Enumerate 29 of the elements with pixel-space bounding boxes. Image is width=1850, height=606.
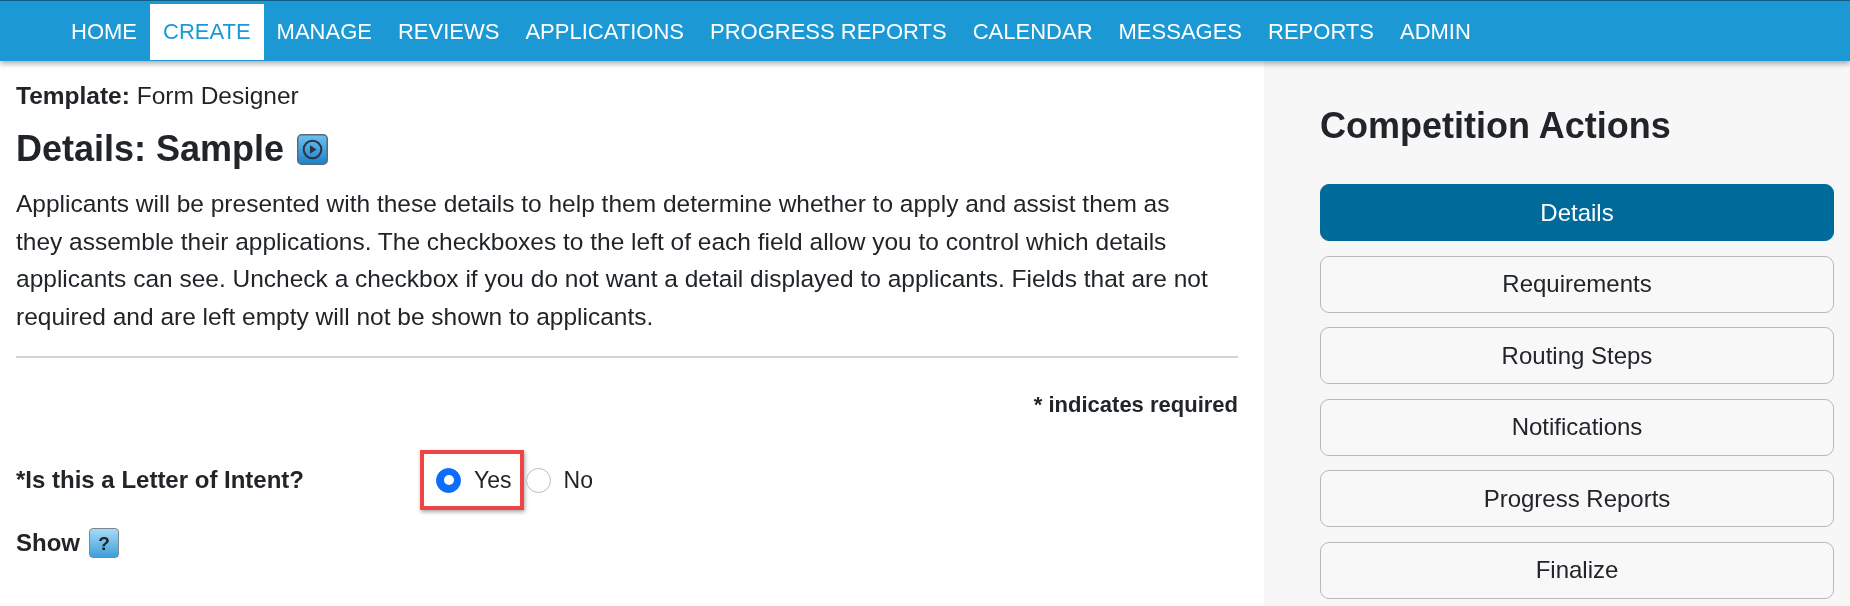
nav-tab[interactable]: REPORTS bbox=[1255, 4, 1387, 60]
sidebar-action-button[interactable]: Finalize bbox=[1320, 541, 1834, 599]
question-label: *Is this a Letter of Intent? bbox=[16, 466, 306, 494]
template-label: Template: Form Designer bbox=[16, 81, 299, 111]
page-title: Details: Sample bbox=[16, 127, 285, 171]
nav-tab[interactable]: MESSAGES bbox=[1105, 4, 1256, 60]
nav-tab[interactable]: CALENDAR bbox=[959, 4, 1106, 60]
nav-tab[interactable]: REVIEWS bbox=[384, 4, 513, 60]
nav-tab[interactable]: PROGRESS REPORTS bbox=[696, 4, 960, 60]
sidebar-action-button[interactable]: Notifications bbox=[1320, 398, 1834, 456]
sidebar-action-button[interactable]: Routing Steps bbox=[1320, 327, 1834, 384]
required-note: * indicates required bbox=[1033, 391, 1238, 419]
option-label[interactable]: Yes bbox=[474, 466, 512, 494]
nav-tab[interactable]: HOME bbox=[58, 4, 150, 60]
sidebar-action-button[interactable]: Progress Reports bbox=[1320, 470, 1834, 527]
nav-tab[interactable]: APPLICATIONS bbox=[512, 4, 697, 60]
radio-button[interactable] bbox=[436, 467, 461, 493]
intro-text: Applicants will be presented with these details to help them determine whether to apply and assist them as they assemble their applications. The checkboxes to the left of each field allow you to control which details applicants can see. Uncheck a checkbox if you do not want a detail displayed to applicants. Fields that are not required and are left empty will not be shown to applicants. bbox=[16, 189, 1209, 332]
option-label[interactable]: No bbox=[563, 466, 593, 494]
nav-tab[interactable]: ADMIN bbox=[1387, 4, 1484, 60]
play-icon[interactable] bbox=[297, 133, 329, 165]
sidebar-action-button[interactable]: Details bbox=[1320, 184, 1834, 241]
nav-tab[interactable]: MANAGE bbox=[263, 4, 385, 60]
sidebar-action-button[interactable]: Requirements bbox=[1320, 255, 1834, 313]
show-label: Show bbox=[16, 529, 80, 557]
help-button[interactable]: ? bbox=[89, 528, 119, 558]
sidebar-title: Competition Actions bbox=[1320, 104, 1672, 148]
nav-tab[interactable]: CREATE bbox=[150, 4, 264, 60]
radio-button[interactable] bbox=[525, 467, 551, 493]
